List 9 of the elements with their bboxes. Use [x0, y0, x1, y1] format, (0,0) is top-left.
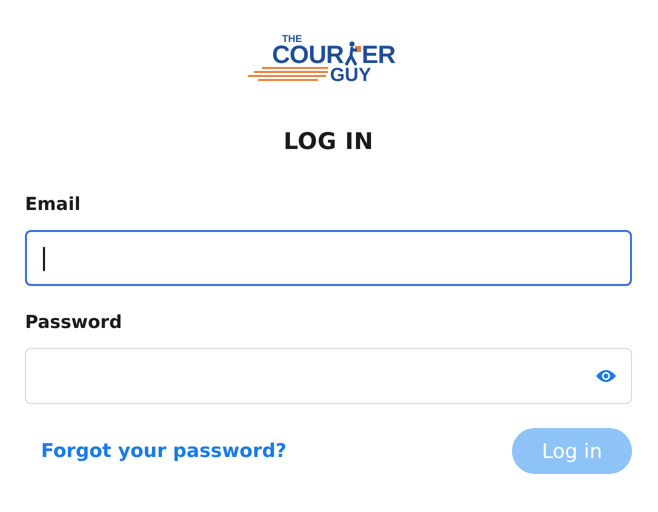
field-label: Email	[25, 193, 82, 217]
company-logo: THE COUR ER GUY	[248, 33, 410, 85]
page-heading: LOG IN	[282, 128, 374, 156]
field-label: Password	[25, 311, 124, 335]
eye-icon[interactable]	[595, 369, 617, 383]
text-cursor	[43, 247, 45, 271]
forgot-password-link[interactable]: Forgot your password?	[41, 440, 287, 462]
password-field[interactable]	[25, 348, 632, 404]
email-field[interactable]	[25, 230, 632, 286]
